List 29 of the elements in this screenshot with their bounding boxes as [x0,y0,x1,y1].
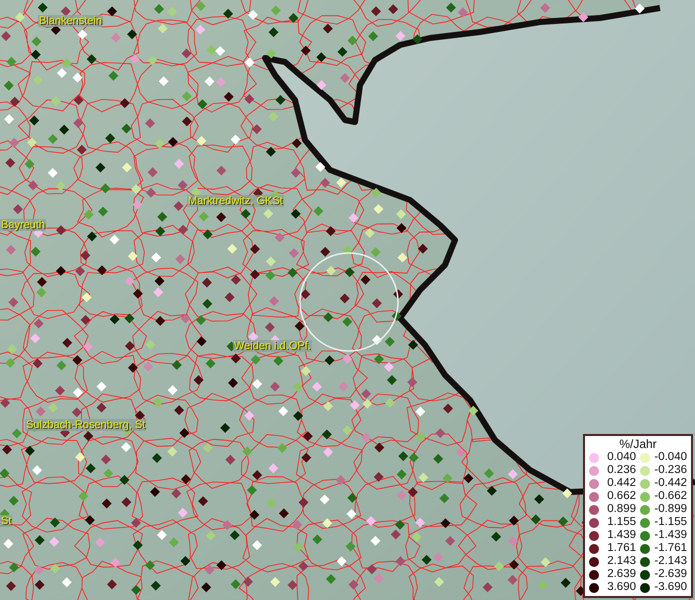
legend-label: 2.639 [606,568,636,581]
legend-label: 0.899 [606,503,636,516]
legend-label: -0.899 [653,503,687,516]
legend-label: 2.143 [606,555,636,568]
legend-label: 0.442 [606,477,636,490]
legend-label: -0.442 [653,477,687,490]
legend-label: 0.662 [606,490,636,503]
legend-label: -1.761 [653,542,687,555]
legend-label: -1.439 [653,529,687,542]
place-label: Sulzbach-Rosenberg, St [25,419,146,431]
legend-title: %/Jahr [618,437,658,451]
place-label: Weiden i.d.OPf. [233,340,312,352]
legend-label: 1.761 [606,542,636,555]
legend-label: 1.155 [606,516,636,529]
legend-label: -0.662 [653,490,687,503]
legend-label: -0.236 [653,464,687,477]
legend-label: 0.040 [606,451,636,464]
place-label: Marktredwitz, GKSt [187,195,284,207]
place-label: St [0,515,12,527]
legend-label: -0.040 [653,451,687,464]
legend-label: -1.155 [653,516,687,529]
legend-label: 1.439 [606,529,636,542]
legend-label: -3.690 [653,581,687,594]
legend-label: 3.690 [606,581,636,594]
place-label: Blankenstein [38,15,103,27]
legend-label: 0.236 [606,464,636,477]
place-label: Bayreuth [0,219,46,231]
legend-label: -2.143 [653,555,687,568]
legend-label: -2.639 [653,568,687,581]
